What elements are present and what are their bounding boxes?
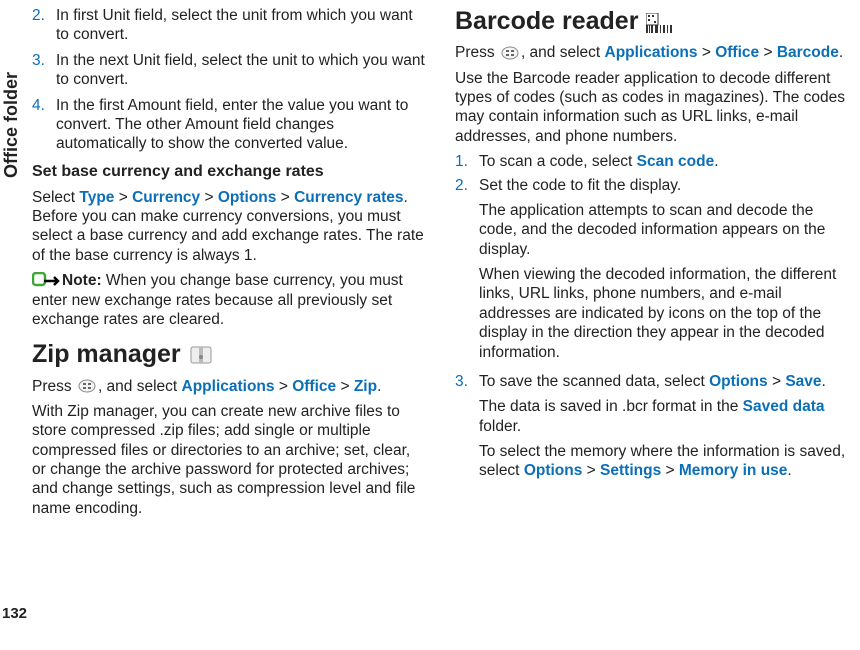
- zip-icon: [189, 343, 213, 367]
- barcode-body1: Use the Barcode reader application to de…: [455, 69, 850, 147]
- step-number: 1.: [455, 152, 479, 171]
- zip-heading-text: Zip manager: [32, 339, 181, 370]
- step-item: 2.In first Unit field, select the unit f…: [32, 6, 427, 45]
- menu-key-icon: [78, 379, 96, 393]
- step-item: 2.Set the code to fit the display.The ap…: [455, 176, 850, 368]
- right-column: Barcode reader: [455, 6, 850, 644]
- barcode-press-paragraph: Press , and select Applications > Office…: [455, 43, 850, 62]
- step-subparagraph: The application attempts to scan and dec…: [479, 201, 850, 259]
- step-body: To scan a code, select Scan code.: [479, 152, 850, 171]
- content-columns: 2.In first Unit field, select the unit f…: [32, 6, 850, 644]
- barcode-heading: Barcode reader: [455, 6, 850, 37]
- step-number: 3.: [455, 372, 479, 487]
- step-number: 2.: [32, 6, 56, 45]
- step-text: In the first Amount field, enter the val…: [56, 96, 427, 154]
- step-number: 4.: [32, 96, 56, 154]
- step-item: 3.In the next Unit field, select the uni…: [32, 51, 427, 90]
- currency-path-paragraph: Select Type > Currency > Options > Curre…: [32, 188, 427, 266]
- zip-press-paragraph: Press , and select Applications > Office…: [32, 377, 427, 396]
- note-label: Note:: [62, 272, 102, 289]
- converter-steps-list: 2.In first Unit field, select the unit f…: [32, 6, 427, 154]
- step-item: 4.In the first Amount field, enter the v…: [32, 96, 427, 154]
- barcode-heading-text: Barcode reader: [455, 6, 638, 37]
- side-tab-label: Office folder: [0, 0, 22, 650]
- step-subparagraph: The data is saved in .bcr format in the …: [479, 397, 850, 436]
- subheading-base-currency: Set base currency and exchange rates: [32, 162, 427, 182]
- step-subparagraph: When viewing the decoded information, th…: [479, 265, 850, 362]
- zip-heading: Zip manager: [32, 339, 427, 370]
- barcode-icon: [646, 10, 670, 34]
- step-item: 3.To save the scanned data, select Optio…: [455, 372, 850, 487]
- zip-body: With Zip manager, you can create new arc…: [32, 402, 427, 518]
- menu-key-icon: [501, 46, 519, 60]
- step-text: In first Unit field, select the unit fro…: [56, 6, 427, 45]
- step-item: 1.To scan a code, select Scan code.: [455, 152, 850, 171]
- barcode-steps-list: 1.To scan a code, select Scan code.2.Set…: [455, 152, 850, 487]
- page-number: 132: [2, 605, 27, 624]
- note-paragraph: Note: When you change base currency, you…: [32, 271, 427, 329]
- step-number: 3.: [32, 51, 56, 90]
- step-body: To save the scanned data, select Options…: [479, 372, 850, 487]
- left-column: 2.In first Unit field, select the unit f…: [32, 6, 427, 644]
- step-number: 2.: [455, 176, 479, 368]
- note-icon: [32, 272, 60, 290]
- step-subparagraph: To select the memory where the informati…: [479, 442, 850, 481]
- step-text: In the next Unit field, select the unit …: [56, 51, 427, 90]
- step-body: Set the code to fit the display.The appl…: [479, 176, 850, 368]
